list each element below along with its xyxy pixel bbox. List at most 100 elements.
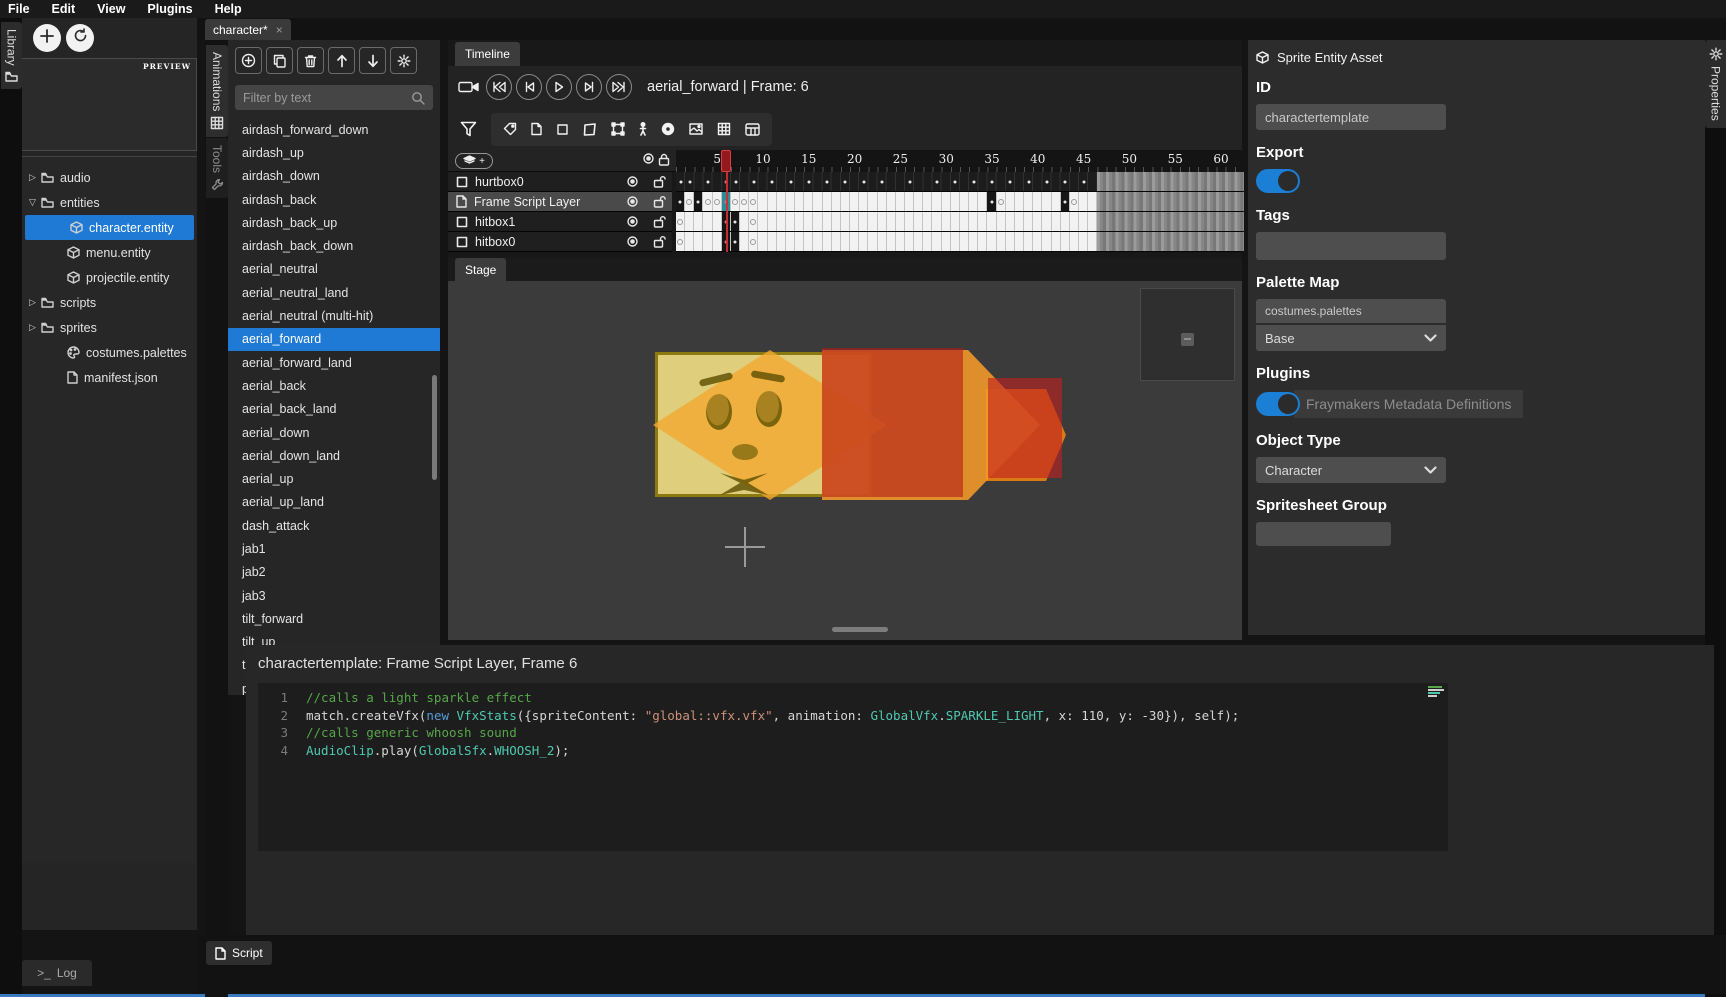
frame-cell-44[interactable] xyxy=(1070,212,1079,231)
code-line-4[interactable]: 4AudioClip.play(GlobalSfx.WHOOSH_2); xyxy=(258,742,1448,760)
frame-cell-22[interactable] xyxy=(868,212,877,231)
duplicate-animation-button[interactable] xyxy=(266,47,293,74)
animation-item-tilt-forward[interactable]: tilt_forward xyxy=(228,607,440,630)
keyframe-dot[interactable] xyxy=(881,181,884,184)
export-toggle[interactable] xyxy=(1256,169,1300,193)
frame-cell-26[interactable] xyxy=(905,232,914,251)
point-figure-icon[interactable] xyxy=(639,122,647,136)
frame-cell-42[interactable] xyxy=(1052,212,1061,231)
frame-cell-34[interactable] xyxy=(978,192,987,211)
menu-view[interactable]: View xyxy=(97,2,125,16)
play-button[interactable] xyxy=(546,74,572,100)
frame-cell-38[interactable] xyxy=(1015,212,1024,231)
frame-cell-30[interactable] xyxy=(942,232,951,251)
timeline-ruler[interactable]: 51015202530354045505560 xyxy=(676,150,1242,172)
keyframe-dot[interactable] xyxy=(972,181,975,184)
animation-item-jab3[interactable]: jab3 xyxy=(228,584,440,607)
frame-cell-34[interactable] xyxy=(978,212,987,231)
step-forward-button[interactable] xyxy=(576,74,602,100)
keyframe-dot[interactable] xyxy=(1027,181,1030,184)
frame-cell-35[interactable] xyxy=(987,212,996,231)
tab-timeline[interactable]: Timeline xyxy=(455,42,520,66)
frame-cell-16[interactable] xyxy=(813,192,822,211)
frame-cell-9[interactable] xyxy=(749,232,758,251)
layer-name-cell[interactable]: hitbox1 xyxy=(448,212,672,232)
keyframe-dot[interactable] xyxy=(688,181,691,184)
tab-log[interactable]: >_ Log xyxy=(22,960,92,986)
frame-cell-14[interactable] xyxy=(795,212,804,231)
frame-cell-37[interactable] xyxy=(1006,192,1015,211)
frame-cell-5[interactable] xyxy=(713,192,722,211)
keyframe-dot[interactable] xyxy=(1064,181,1067,184)
animation-item-jab2[interactable]: jab2 xyxy=(228,561,440,584)
frame-cell-30[interactable] xyxy=(942,192,951,211)
image-icon[interactable] xyxy=(689,123,703,135)
code-line-2[interactable]: 2match.createVfx(new VfxStats({spriteCon… xyxy=(258,707,1448,725)
animation-settings-button[interactable] xyxy=(390,47,417,74)
code-line-3[interactable]: 3//calls generic whoosh sound xyxy=(258,724,1448,742)
frame-cell-45[interactable] xyxy=(1079,212,1088,231)
object-type-select[interactable]: Character xyxy=(1256,457,1446,483)
frame-cell-10[interactable] xyxy=(758,212,767,231)
tree-item-sprites[interactable]: ▷sprites xyxy=(22,315,197,340)
frame-cell-19[interactable] xyxy=(841,232,850,251)
frame-cell-24[interactable] xyxy=(887,212,896,231)
frame-cell-43[interactable] xyxy=(1061,212,1070,231)
frame-cell-20[interactable] xyxy=(850,212,859,231)
menu-help[interactable]: Help xyxy=(215,2,242,16)
frame-cell-45[interactable] xyxy=(1079,232,1088,251)
frame-cell-27[interactable] xyxy=(914,192,923,211)
frame-cell-15[interactable] xyxy=(804,212,813,231)
frame-cell-29[interactable] xyxy=(932,212,941,231)
frame-cell-4[interactable] xyxy=(703,212,712,231)
frame-cell-39[interactable] xyxy=(1024,212,1033,231)
frame-cell-38[interactable] xyxy=(1015,192,1024,211)
keyframe-dot[interactable] xyxy=(1045,181,1048,184)
frame-cell-41[interactable] xyxy=(1042,232,1051,251)
frame-cell-12[interactable] xyxy=(777,212,786,231)
keyframe-circle-icon[interactable] xyxy=(661,122,675,136)
camera-icon[interactable] xyxy=(458,80,479,94)
code-editor[interactable]: 1//calls a light sparkle effect2match.cr… xyxy=(258,683,1448,851)
plugin-toggle[interactable] xyxy=(1256,392,1300,416)
collision-box-icon[interactable] xyxy=(583,123,597,136)
frame-cell-44[interactable] xyxy=(1070,232,1079,251)
animation-item-aerial-down[interactable]: aerial_down xyxy=(228,421,440,444)
keyframe-dot[interactable] xyxy=(771,181,774,184)
frame-cell-34[interactable] xyxy=(978,232,987,251)
keyframe-dot[interactable] xyxy=(707,181,710,184)
animation-item-jab1[interactable]: jab1 xyxy=(228,537,440,560)
frame-cell-46[interactable] xyxy=(1088,192,1097,211)
close-icon[interactable]: × xyxy=(276,23,283,37)
animation-item-aerial-back-land[interactable]: aerial_back_land xyxy=(228,398,440,421)
frame-cell-23[interactable] xyxy=(878,212,887,231)
frame-cell-25[interactable] xyxy=(896,232,905,251)
animation-item-aerial-down-land[interactable]: aerial_down_land xyxy=(228,444,440,467)
tags-field[interactable] xyxy=(1256,232,1446,260)
frame-cell-19[interactable] xyxy=(841,212,850,231)
playhead-marker[interactable] xyxy=(721,150,731,172)
stage-horizontal-scrollbar[interactable] xyxy=(832,627,888,632)
frame-cell-1[interactable] xyxy=(676,232,685,251)
frame-cell-28[interactable] xyxy=(923,192,932,211)
hitbox-rect-large[interactable] xyxy=(822,348,963,497)
frame-cell-24[interactable] xyxy=(887,232,896,251)
keyframe-dot[interactable] xyxy=(826,181,829,184)
keyframe-dot[interactable] xyxy=(954,181,957,184)
tree-item-manifest-json[interactable]: manifest.json xyxy=(22,365,197,390)
frame-cell-5[interactable] xyxy=(713,212,722,231)
frame-cell-46[interactable] xyxy=(1088,212,1097,231)
frame-cell-23[interactable] xyxy=(878,232,887,251)
library-add-button[interactable] xyxy=(33,24,61,52)
frame-cell-18[interactable] xyxy=(832,232,841,251)
hitbox-rect-small[interactable] xyxy=(988,378,1062,478)
frame-cell-32[interactable] xyxy=(960,232,969,251)
keyframe-dot[interactable] xyxy=(679,181,682,184)
tag-icon[interactable] xyxy=(503,122,517,136)
tree-item-character-entity[interactable]: character.entity xyxy=(25,215,194,240)
eye-icon[interactable] xyxy=(625,216,640,227)
frame-cell-28[interactable] xyxy=(923,232,932,251)
frame-cell-37[interactable] xyxy=(1006,232,1015,251)
frame-cell-16[interactable] xyxy=(813,232,822,251)
frame-cell-33[interactable] xyxy=(969,192,978,211)
